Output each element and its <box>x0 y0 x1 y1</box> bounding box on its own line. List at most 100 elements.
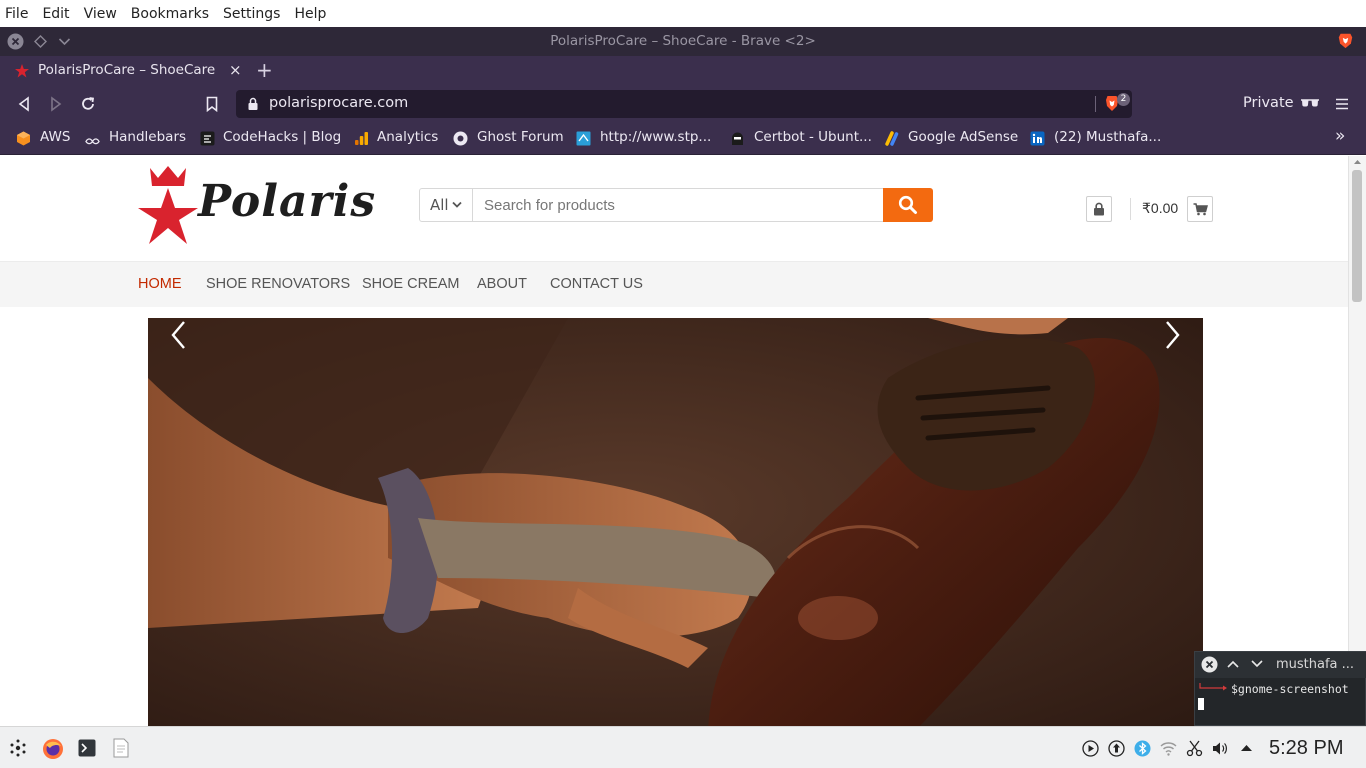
window-title: PolarisProCare – ShoeCare - Brave <2> <box>550 33 816 49</box>
slider-prev-icon[interactable] <box>168 318 190 352</box>
adsense-icon <box>885 131 899 146</box>
page-scrollbar[interactable] <box>1348 156 1366 726</box>
url-divider <box>1095 96 1096 112</box>
menu-settings[interactable]: Settings <box>223 6 280 22</box>
chevron-down-icon <box>452 201 462 208</box>
terminal-app-icon[interactable] <box>78 739 96 757</box>
search-button[interactable] <box>883 188 933 222</box>
hero-image-shoe-polishing <box>148 318 1203 726</box>
account-button[interactable] <box>1086 196 1112 222</box>
cart-button[interactable] <box>1187 196 1213 222</box>
lock-icon <box>248 97 258 110</box>
terminal-close-icon[interactable] <box>1201 656 1218 673</box>
bookmark-aws[interactable]: AWS <box>40 129 70 145</box>
bookmark-ghost-forum[interactable]: Ghost Forum <box>477 129 564 145</box>
menu-file[interactable]: File <box>5 6 28 22</box>
menu-bookmarks[interactable]: Bookmarks <box>131 6 209 22</box>
cart-icon <box>1193 203 1208 216</box>
bookmark-icon[interactable] <box>205 96 219 112</box>
terminal-title: musthafa ... <box>1276 657 1355 672</box>
clock[interactable]: 5:28 PM <box>1269 737 1343 760</box>
tab-strip: PolarisProCare – ShoeCare × + <box>0 56 1366 86</box>
polaris-favicon-icon <box>15 64 29 78</box>
nav-home[interactable]: HOME <box>138 276 182 292</box>
nav-contact-us[interactable]: CONTACT US <box>550 276 643 292</box>
terminal-cursor <box>1198 698 1204 710</box>
bookmark-codehacks[interactable]: CodeHacks | Blog <box>223 129 341 145</box>
bookmarks-overflow-icon[interactable]: » <box>1335 126 1345 146</box>
web-icon <box>576 131 591 146</box>
handlebars-icon <box>85 138 100 145</box>
bookmark-analytics[interactable]: Analytics <box>377 129 438 145</box>
url-bar[interactable]: polarisprocare.com 2 <box>236 90 1132 118</box>
app-launcher-icon[interactable] <box>9 739 27 757</box>
wifi-icon[interactable] <box>1160 740 1177 757</box>
analytics-icon <box>355 132 368 145</box>
media-play-icon[interactable] <box>1082 740 1099 757</box>
terminal-minimize-icon[interactable] <box>1251 659 1263 669</box>
nav-about[interactable]: ABOUT <box>477 276 527 292</box>
linkedin-icon <box>1030 131 1045 146</box>
back-icon[interactable] <box>16 96 32 112</box>
search-icon <box>898 195 917 214</box>
certbot-icon <box>732 132 743 145</box>
nav-shoe-renovators[interactable]: SHOE RENOVATORS <box>206 276 350 292</box>
search-category-value: All <box>430 196 449 214</box>
web-page: Polaris All ₹0.00 <box>0 156 1366 726</box>
shields-count-badge: 2 <box>1117 93 1130 106</box>
bookmark-handlebars[interactable]: Handlebars <box>109 129 186 145</box>
terminal-command: $gnome-screenshot <box>1231 682 1349 696</box>
new-tab-button[interactable]: + <box>256 58 273 82</box>
window-titlebar: PolarisProCare – ShoeCare - Brave <2> <box>0 27 1366 56</box>
ghost-icon <box>453 131 468 146</box>
private-glasses-icon <box>1301 99 1319 107</box>
tab-active[interactable]: PolarisProCare – ShoeCare × <box>0 56 248 86</box>
cart-total[interactable]: ₹0.00 <box>1142 200 1178 217</box>
url-text[interactable]: polarisprocare.com <box>269 95 408 111</box>
tray-expand-icon[interactable] <box>1238 740 1255 757</box>
product-search: All <box>419 188 933 222</box>
site-header: Polaris All ₹0.00 <box>0 156 1348 261</box>
bookmark-linkedin[interactable]: (22) Musthafa... <box>1054 129 1161 145</box>
scroll-up-icon[interactable] <box>1353 159 1362 165</box>
search-category-select[interactable]: All <box>420 189 473 221</box>
bookmark-adsense[interactable]: Google AdSense <box>908 129 1018 145</box>
search-input[interactable] <box>474 189 882 221</box>
site-logo-text[interactable]: Polaris <box>198 176 376 227</box>
aws-icon <box>17 131 30 146</box>
menu-help[interactable]: Help <box>294 6 326 22</box>
bluetooth-icon[interactable] <box>1134 740 1151 757</box>
nav-shoe-cream[interactable]: SHOE CREAM <box>362 276 460 292</box>
polaris-logo-icon[interactable] <box>136 166 200 250</box>
firefox-icon[interactable] <box>42 738 64 760</box>
bookmarks-bar: AWS Handlebars CodeHacks | Blog Analytic… <box>0 122 1366 155</box>
terminal-maximize-icon[interactable] <box>1227 659 1239 669</box>
hero-slider <box>148 318 1203 726</box>
volume-icon[interactable] <box>1212 740 1229 757</box>
brave-logo-icon <box>1338 33 1353 49</box>
menu-view[interactable]: View <box>84 6 117 22</box>
slider-next-icon[interactable] <box>1161 318 1183 352</box>
scroll-thumb[interactable] <box>1352 170 1362 302</box>
account-lock-icon <box>1094 202 1104 216</box>
menu-edit[interactable]: Edit <box>42 6 69 22</box>
updates-icon[interactable] <box>1108 740 1125 757</box>
app-menubar: File Edit View Bookmarks Settings Help <box>0 0 1366 27</box>
hamburger-menu-icon[interactable] <box>1335 97 1349 111</box>
browser-toolbar: polarisprocare.com 2 Private <box>0 86 1366 122</box>
private-label: Private <box>1243 95 1294 111</box>
terminal-window[interactable]: musthafa ... $gnome-screenshot <box>1194 651 1366 726</box>
reload-icon[interactable] <box>79 95 97 113</box>
forward-icon[interactable] <box>48 96 64 112</box>
terminal-titlebar: musthafa ... <box>1195 652 1366 678</box>
screenshot-scissors-icon[interactable] <box>1186 740 1203 757</box>
tab-label: PolarisProCare – ShoeCare <box>38 62 216 78</box>
prompt-arrow-icon <box>1199 683 1227 691</box>
bookmark-certbot[interactable]: Certbot - Ubunt... <box>754 129 872 145</box>
taskbar: 5:28 PM <box>0 726 1366 768</box>
header-divider <box>1130 198 1131 220</box>
tab-close-icon[interactable]: × <box>229 61 242 79</box>
codehacks-icon <box>200 131 215 146</box>
text-editor-icon[interactable] <box>113 738 129 758</box>
bookmark-stp[interactable]: http://www.stp... <box>600 129 711 145</box>
